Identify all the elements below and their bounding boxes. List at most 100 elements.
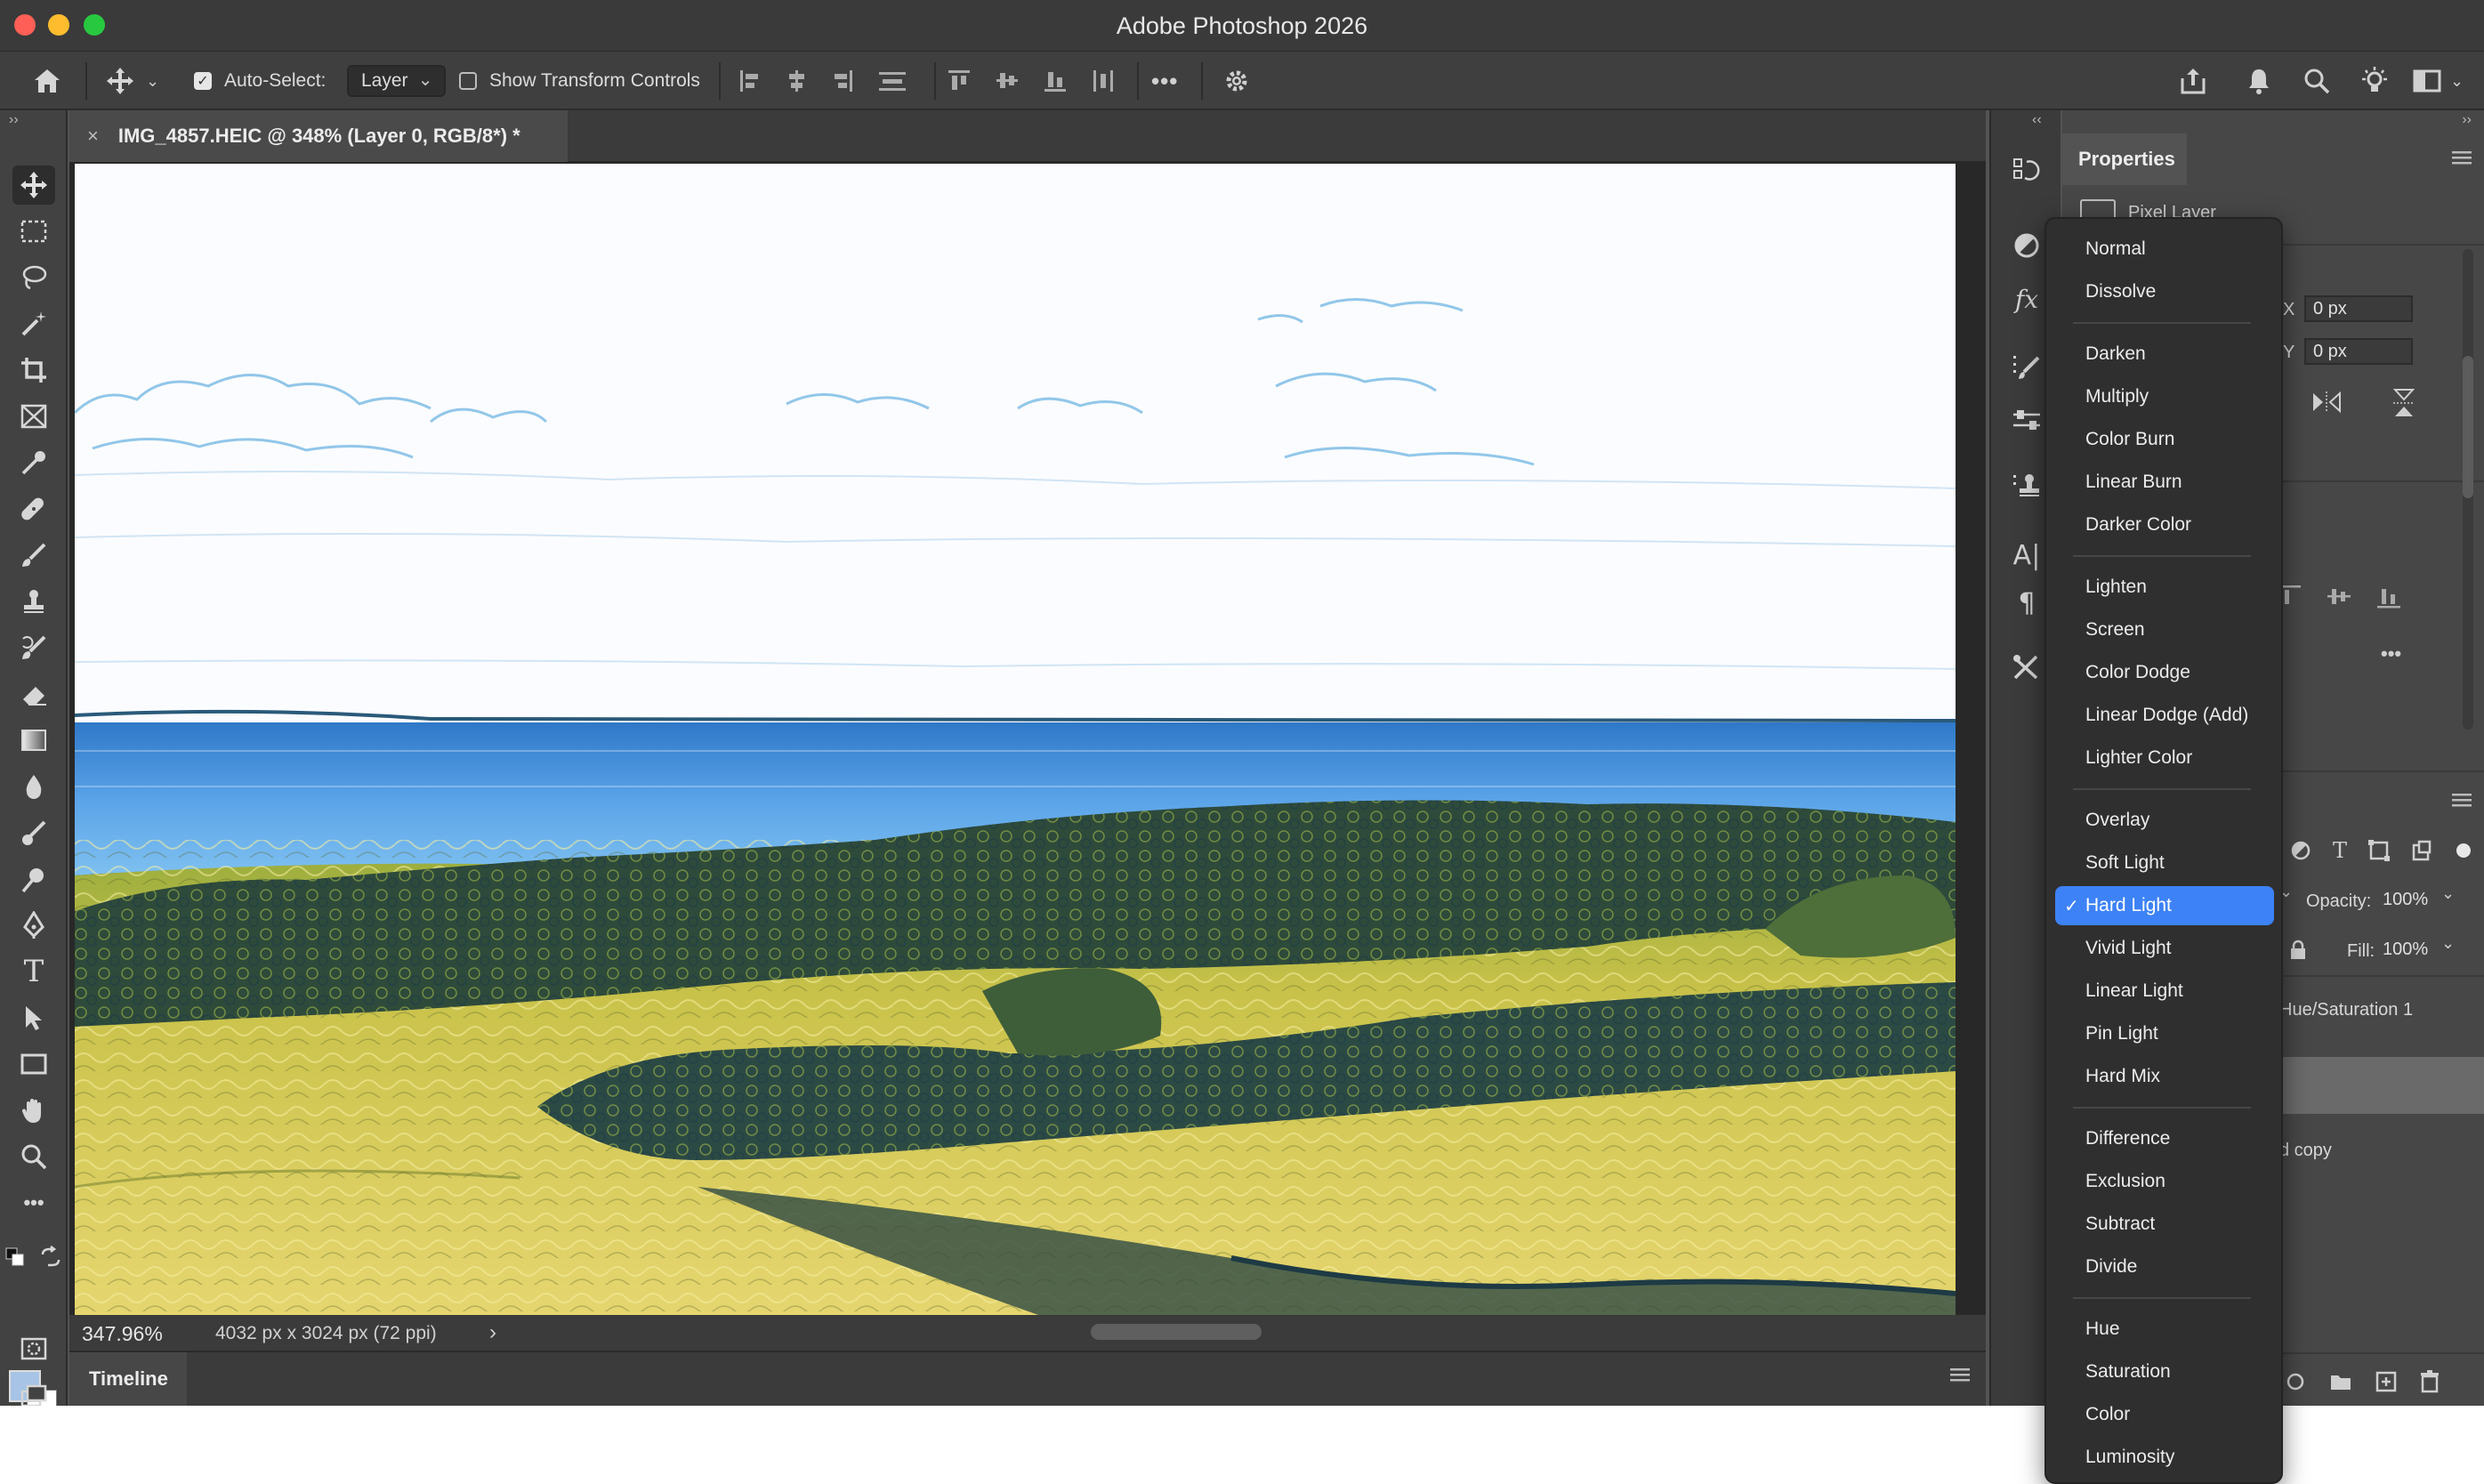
tool-presets-panel-button[interactable] xyxy=(2005,648,2048,687)
blend-mode-exclusion[interactable]: Exclusion xyxy=(2055,1162,2274,1201)
more-align-options[interactable]: ••• xyxy=(2381,642,2401,665)
adjustments-panel-button[interactable] xyxy=(2005,226,2048,265)
path-selection-tool[interactable] xyxy=(12,998,55,1037)
zoom-tool[interactable] xyxy=(12,1137,55,1176)
opacity-chevron-icon[interactable]: ⌄ xyxy=(2441,884,2455,903)
smudge-tool[interactable] xyxy=(12,813,55,852)
properties-tab[interactable]: Properties xyxy=(2062,133,2187,185)
folder-icon[interactable] xyxy=(2329,1372,2352,1391)
swap-colors-button[interactable] xyxy=(39,1246,62,1269)
default-colors-button[interactable] xyxy=(5,1247,25,1267)
collapse-panel-icon[interactable]: ›› xyxy=(2462,112,2472,128)
timeline-panel-menu[interactable] xyxy=(1950,1367,1970,1387)
layers-panel-menu[interactable] xyxy=(2452,792,2472,812)
filter-toggle-icon[interactable] xyxy=(2454,841,2473,860)
brush-tool[interactable] xyxy=(12,536,55,575)
blend-mode-hard-mix[interactable]: Hard Mix xyxy=(2055,1057,2274,1096)
image-canvas[interactable] xyxy=(75,164,1956,1320)
rectangle-tool[interactable] xyxy=(12,1044,55,1084)
align-top-edges-icon[interactable] xyxy=(2281,585,2301,609)
blend-mode-soft-light[interactable]: Soft Light xyxy=(2055,843,2274,883)
edit-toolbar-button[interactable]: ••• xyxy=(12,1183,55,1222)
smart-object-filter-icon[interactable] xyxy=(2411,840,2432,861)
blend-mode-screen[interactable]: Screen xyxy=(2055,610,2274,649)
clone-stamp-tool[interactable] xyxy=(12,582,55,621)
expand-panel-icon[interactable]: ›› xyxy=(9,112,19,128)
blend-mode-pin-light[interactable]: Pin Light xyxy=(2055,1014,2274,1053)
settings-button[interactable] xyxy=(1222,52,1251,110)
auto-select-target-dropdown[interactable]: Layer xyxy=(347,65,446,97)
eraser-tool[interactable] xyxy=(12,674,55,714)
blend-mode-vivid-light[interactable]: Vivid Light xyxy=(2055,929,2274,968)
history-panel-button[interactable] xyxy=(2005,151,2048,190)
blend-mode-multiply[interactable]: Multiply xyxy=(2055,377,2274,416)
frame-tool[interactable] xyxy=(12,397,55,436)
properties-scrollbar[interactable] xyxy=(2463,249,2473,730)
fill-field[interactable]: 100% xyxy=(2375,936,2440,963)
magic-wand-tool[interactable] xyxy=(12,304,55,343)
close-document-icon[interactable]: × xyxy=(87,125,99,148)
eyedropper-tool[interactable] xyxy=(12,443,55,482)
gradient-tool[interactable] xyxy=(12,721,55,760)
hand-tool[interactable] xyxy=(12,1091,55,1130)
lock-icon[interactable] xyxy=(2288,940,2308,961)
healing-brush-tool[interactable] xyxy=(12,489,55,528)
blend-mode-divide[interactable]: Divide xyxy=(2055,1247,2274,1286)
align-horizontal-center-icon[interactable] xyxy=(785,69,808,93)
workspace-switcher[interactable]: ⌄ xyxy=(2413,52,2464,110)
flip-vertical-button[interactable] xyxy=(2391,388,2416,423)
screen-mode-button[interactable] xyxy=(12,1377,55,1406)
lasso-tool[interactable] xyxy=(12,258,55,297)
blend-mode-color-dodge[interactable]: Color Dodge xyxy=(2055,653,2274,692)
y-position-field[interactable]: 0 px xyxy=(2304,338,2413,365)
character-panel-button[interactable]: A| xyxy=(2005,536,2048,575)
align-bottom-icon[interactable] xyxy=(1043,69,1068,93)
blur-tool[interactable] xyxy=(12,767,55,806)
type-tool[interactable]: T xyxy=(12,952,55,991)
flip-horizontal-button[interactable] xyxy=(2311,390,2342,419)
type-filter-icon[interactable]: T xyxy=(2333,838,2347,863)
blend-mode-dropdown-chevron[interactable]: ⌄ xyxy=(2279,883,2306,909)
share-button[interactable] xyxy=(2178,52,2208,110)
pen-tool[interactable] xyxy=(12,906,55,945)
adjustment-filter-icon[interactable] xyxy=(2290,840,2311,861)
opacity-field[interactable]: 100% xyxy=(2375,886,2440,913)
shape-filter-icon[interactable] xyxy=(2368,840,2391,861)
collapse-dock-icon[interactable]: ‹‹ xyxy=(2032,112,2042,128)
move-tool[interactable] xyxy=(12,165,55,205)
blend-mode-subtract[interactable]: Subtract xyxy=(2055,1205,2274,1244)
align-top-icon[interactable] xyxy=(947,69,972,93)
move-tool-preset[interactable]: ⌄ xyxy=(105,52,159,110)
crop-tool[interactable] xyxy=(12,351,55,390)
styles-panel-button[interactable]: fx xyxy=(2005,279,2048,319)
discover-button[interactable] xyxy=(2359,52,2390,110)
align-bottom-edges-icon[interactable] xyxy=(2377,585,2400,609)
notifications-button[interactable] xyxy=(2246,52,2272,110)
new-layer-icon[interactable] xyxy=(2375,1371,2397,1392)
blend-mode-linear-light[interactable]: Linear Light xyxy=(2055,972,2274,1011)
brushes-panel-button[interactable] xyxy=(2005,347,2048,386)
dodge-tool[interactable] xyxy=(12,859,55,899)
blend-mode-linear-dodge-add[interactable]: Linear Dodge (Add) xyxy=(2055,696,2274,735)
adjustment-layer-icon[interactable] xyxy=(2285,1372,2306,1391)
horizontal-scrollbar[interactable] xyxy=(1091,1324,1262,1340)
search-button[interactable] xyxy=(2303,52,2331,110)
align-vertical-centers-icon[interactable] xyxy=(2327,585,2351,609)
blend-mode-linear-burn[interactable]: Linear Burn xyxy=(2055,463,2274,502)
blend-mode-dissolve[interactable]: Dissolve xyxy=(2055,272,2274,311)
quick-mask-button[interactable] xyxy=(12,1329,55,1368)
marquee-tool[interactable] xyxy=(12,212,55,251)
blend-mode-lighter-color[interactable]: Lighter Color xyxy=(2055,738,2274,778)
trash-icon[interactable] xyxy=(2420,1370,2440,1393)
more-options-button[interactable]: ••• xyxy=(1151,52,1178,110)
canvas-area[interactable] xyxy=(69,162,2046,1320)
clone-source-panel-button[interactable] xyxy=(2005,466,2048,505)
align-left-icon[interactable] xyxy=(738,69,762,93)
home-button[interactable] xyxy=(32,52,62,110)
blend-mode-overlay[interactable]: Overlay xyxy=(2055,801,2274,840)
timeline-tab[interactable]: Timeline xyxy=(69,1352,187,1406)
document-tab[interactable]: × IMG_4857.HEIC @ 348% (Layer 0, RGB/8*)… xyxy=(69,110,568,162)
properties-panel-menu[interactable] xyxy=(2452,149,2472,170)
blend-mode-hue[interactable]: Hue xyxy=(2055,1310,2274,1349)
zoom-level[interactable]: 347.96% xyxy=(82,1322,163,1346)
